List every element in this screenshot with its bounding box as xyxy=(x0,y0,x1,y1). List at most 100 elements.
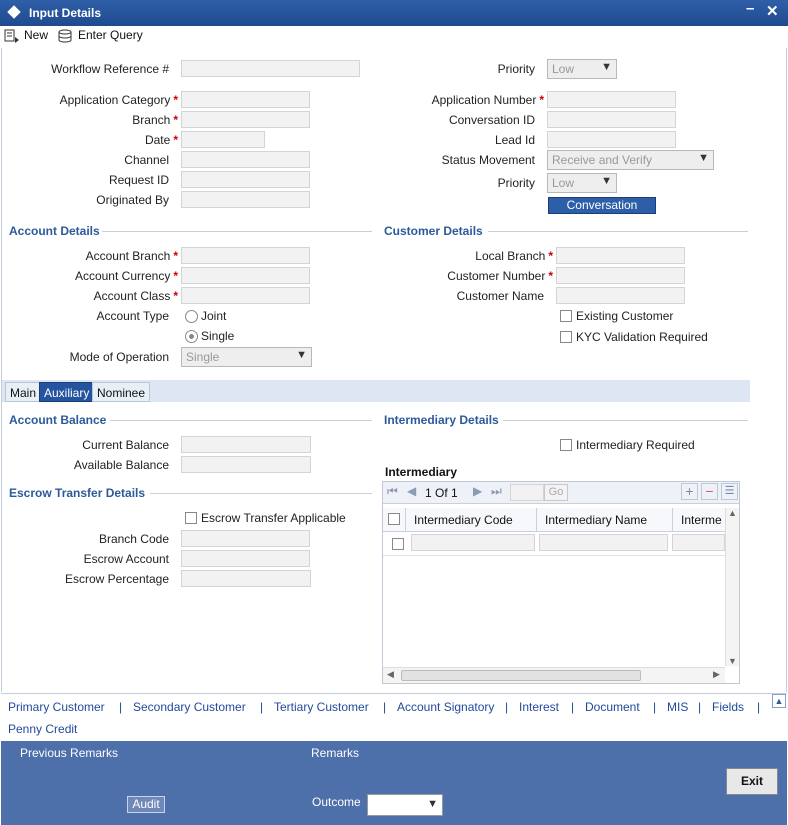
joint-label: Joint xyxy=(201,309,227,323)
footer: Previous Remarks Remarks Audit Outcome ▼… xyxy=(1,741,787,825)
single-radio[interactable] xyxy=(185,330,198,343)
audit-button[interactable]: Audit xyxy=(127,796,165,813)
conversation-id-input[interactable] xyxy=(547,111,676,128)
first-page-icon[interactable]: ⏮ xyxy=(387,484,398,499)
channel-input[interactable] xyxy=(181,151,310,168)
divider xyxy=(110,420,372,421)
link-secondary-customer[interactable]: Secondary Customer xyxy=(133,700,246,714)
account-currency-input[interactable] xyxy=(181,267,310,284)
customer-number-input[interactable] xyxy=(556,267,685,284)
channel-label: Channel xyxy=(124,153,169,167)
column-header[interactable]: Interme xyxy=(681,513,722,527)
intermediary-required-label: Intermediary Required xyxy=(576,438,695,452)
horizontal-scrollbar[interactable]: ◀ ▶ xyxy=(383,667,725,683)
link-interest[interactable]: Interest xyxy=(519,700,559,714)
joint-radio[interactable] xyxy=(185,310,198,323)
chevron-down-icon: ▼ xyxy=(296,349,307,361)
originated-by-input[interactable] xyxy=(181,191,310,208)
divider xyxy=(488,231,748,232)
intermediary-code-input[interactable] xyxy=(411,534,535,551)
local-branch-input[interactable] xyxy=(556,247,685,264)
minimize-icon[interactable]: – xyxy=(746,0,754,17)
chevron-down-icon: ▼ xyxy=(601,61,612,73)
branch-code-input[interactable] xyxy=(181,530,310,547)
outcome-select[interactable]: ▼ xyxy=(367,794,443,816)
single-label: Single xyxy=(201,329,235,343)
existing-customer-label: Existing Customer xyxy=(576,309,674,323)
intermediary-required-checkbox[interactable] xyxy=(560,439,572,451)
tab-nominee[interactable]: Nominee xyxy=(92,382,151,402)
exit-button[interactable]: Exit xyxy=(726,768,778,795)
kyc-checkbox[interactable] xyxy=(560,331,572,343)
account-branch-input[interactable] xyxy=(181,247,310,264)
priority-select[interactable]: Low ▼ xyxy=(547,59,617,79)
escrow-account-input[interactable] xyxy=(181,550,310,567)
intermediary-extra-input[interactable] xyxy=(672,534,725,551)
customer-name-input[interactable] xyxy=(556,287,685,304)
request-id-input[interactable] xyxy=(181,171,310,188)
add-row-icon[interactable]: + xyxy=(681,483,698,500)
mode-of-operation-select[interactable]: Single ▼ xyxy=(181,347,312,367)
pager-text: 1 Of 1 xyxy=(425,486,458,500)
link-primary-customer[interactable]: Primary Customer xyxy=(8,700,105,714)
page-number-input[interactable] xyxy=(510,484,544,501)
collapse-up-icon[interactable]: ▲ xyxy=(772,694,786,708)
column-header[interactable]: Intermediary Code xyxy=(414,513,513,527)
link-mis[interactable]: MIS xyxy=(667,700,688,714)
table-row xyxy=(383,532,725,556)
conversation-button[interactable]: Conversation xyxy=(548,197,656,214)
select-all-checkbox[interactable] xyxy=(388,513,400,525)
last-page-icon[interactable]: ⏭ xyxy=(491,484,502,499)
available-balance-label: Available Balance xyxy=(73,458,169,472)
link-tertiary-customer[interactable]: Tertiary Customer xyxy=(274,700,369,714)
escrow-title: Escrow Transfer Details xyxy=(9,486,146,500)
escrow-applicable-checkbox[interactable] xyxy=(185,512,197,524)
go-button[interactable]: Go xyxy=(544,484,568,501)
conversation-id-label: Conversation ID xyxy=(448,113,535,127)
next-page-icon[interactable]: ▶ xyxy=(473,484,482,498)
status-movement-select[interactable]: Receive and Verify ▼ xyxy=(547,150,714,170)
request-id-label: Request ID xyxy=(108,173,169,187)
current-balance-label: Current Balance xyxy=(82,438,169,452)
priority2-label: Priority xyxy=(497,176,535,190)
application-number-input[interactable] xyxy=(547,91,676,108)
date-label: Date * xyxy=(144,133,178,147)
workflow-ref-input[interactable] xyxy=(181,60,360,77)
vertical-scrollbar[interactable]: ▲ ▼ xyxy=(725,508,739,666)
enter-query-button[interactable]: Enter Query xyxy=(58,28,143,43)
divider xyxy=(102,231,372,232)
kyc-label: KYC Validation Required xyxy=(576,330,708,344)
workflow-ref-label: Workflow Reference # xyxy=(51,62,169,76)
column-header[interactable]: Intermediary Name xyxy=(545,513,647,527)
chevron-down-icon: ▼ xyxy=(427,798,438,810)
existing-customer-checkbox[interactable] xyxy=(560,310,572,322)
enter-query-label: Enter Query xyxy=(78,28,143,42)
link-document[interactable]: Document xyxy=(585,700,640,714)
current-balance-input[interactable] xyxy=(181,436,311,453)
link-fields[interactable]: Fields xyxy=(712,700,744,714)
branch-input[interactable] xyxy=(181,111,310,128)
grid-pager-bar: ⏮ ◀ 1 Of 1 ▶ ⏭ Go + − ☰ xyxy=(383,482,739,504)
delete-row-icon[interactable]: − xyxy=(701,483,718,500)
link-account-signatory[interactable]: Account Signatory xyxy=(397,700,494,714)
tab-main[interactable]: Main xyxy=(5,382,42,402)
close-icon[interactable]: ✕ xyxy=(766,2,779,20)
application-category-input[interactable] xyxy=(181,91,310,108)
list-view-icon[interactable]: ☰ xyxy=(721,483,738,500)
priority2-select[interactable]: Low ▼ xyxy=(547,173,617,193)
prev-page-icon[interactable]: ◀ xyxy=(407,484,416,498)
new-button[interactable]: New xyxy=(4,28,48,43)
account-branch-label: Account Branch * xyxy=(85,249,178,263)
available-balance-input[interactable] xyxy=(181,456,311,473)
tab-auxiliary[interactable]: Auxiliary xyxy=(39,382,95,402)
scroll-thumb[interactable] xyxy=(401,670,641,681)
escrow-applicable-label: Escrow Transfer Applicable xyxy=(201,511,346,525)
intermediary-name-input[interactable] xyxy=(539,534,668,551)
account-class-input[interactable] xyxy=(181,287,310,304)
escrow-percentage-input[interactable] xyxy=(181,570,311,587)
link-penny-credit[interactable]: Penny Credit xyxy=(8,722,77,736)
row-checkbox[interactable] xyxy=(392,538,404,550)
lead-id-input[interactable] xyxy=(547,131,676,148)
date-input[interactable] xyxy=(181,131,265,148)
new-icon xyxy=(4,29,19,43)
